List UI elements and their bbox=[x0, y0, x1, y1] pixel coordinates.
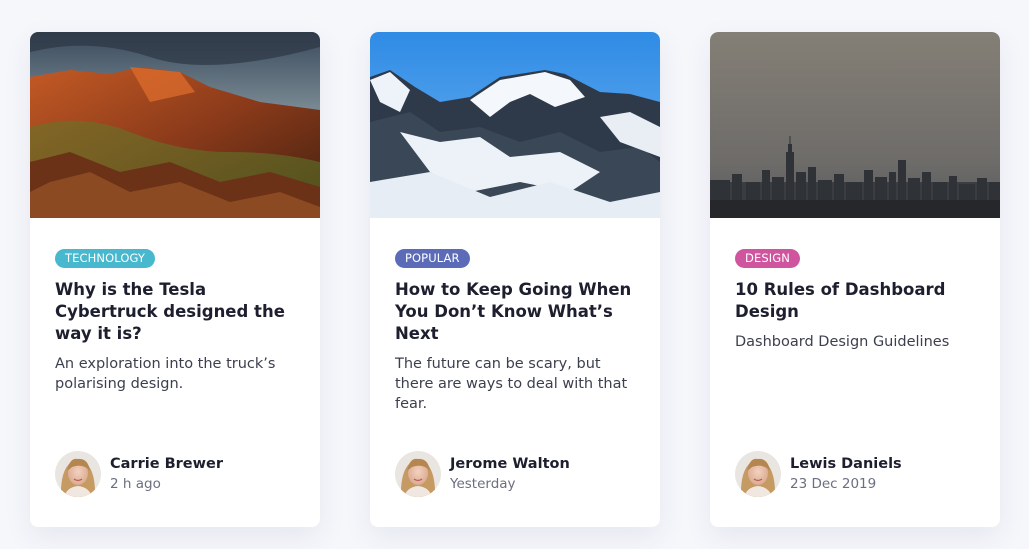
author-name[interactable]: Carrie Brewer bbox=[110, 454, 223, 474]
author-name[interactable]: Lewis Daniels bbox=[790, 454, 902, 474]
author-avatar bbox=[735, 451, 781, 497]
canyon-landscape-image bbox=[30, 32, 320, 218]
article-description: The future can be scary, but there are w… bbox=[395, 356, 628, 412]
article-title[interactable]: Why is the Tesla Cybertruck designed the… bbox=[55, 279, 295, 345]
category-tag[interactable]: DESIGN bbox=[735, 249, 800, 268]
author-block: Lewis Daniels 23 Dec 2019 bbox=[735, 451, 902, 497]
author-name[interactable]: Jerome Walton bbox=[450, 454, 570, 474]
author-block: Jerome Walton Yesterday bbox=[395, 451, 570, 497]
article-card-keep-going[interactable]: POPULAR How to Keep Going When You Don’t… bbox=[370, 32, 660, 527]
post-time: 2 h ago bbox=[110, 476, 161, 492]
article-card-tesla[interactable]: TECHNOLOGY Why is the Tesla Cybertruck d… bbox=[30, 32, 320, 527]
category-tag[interactable]: TECHNOLOGY bbox=[55, 249, 156, 268]
city-skyline-image bbox=[710, 32, 1000, 218]
post-time: Yesterday bbox=[450, 476, 516, 492]
category-tag[interactable]: POPULAR bbox=[395, 249, 470, 268]
article-title[interactable]: How to Keep Going When You Don’t Know Wh… bbox=[395, 279, 635, 345]
author-avatar bbox=[395, 451, 441, 497]
snowy-mountain-image bbox=[370, 32, 660, 218]
post-time: 23 Dec 2019 bbox=[790, 476, 877, 492]
author-block: Carrie Brewer 2 h ago bbox=[55, 451, 223, 497]
article-description: Dashboard Design Guidelines bbox=[735, 334, 950, 350]
article-title[interactable]: 10 Rules of Dashboard Design bbox=[735, 279, 975, 323]
article-description: An exploration into the truck’s polarisi… bbox=[55, 356, 276, 392]
article-card-dashboard[interactable]: DESIGN 10 Rules of Dashboard Design Dash… bbox=[710, 32, 1000, 527]
card-grid: TECHNOLOGY Why is the Tesla Cybertruck d… bbox=[30, 32, 1000, 527]
author-avatar bbox=[55, 451, 101, 497]
